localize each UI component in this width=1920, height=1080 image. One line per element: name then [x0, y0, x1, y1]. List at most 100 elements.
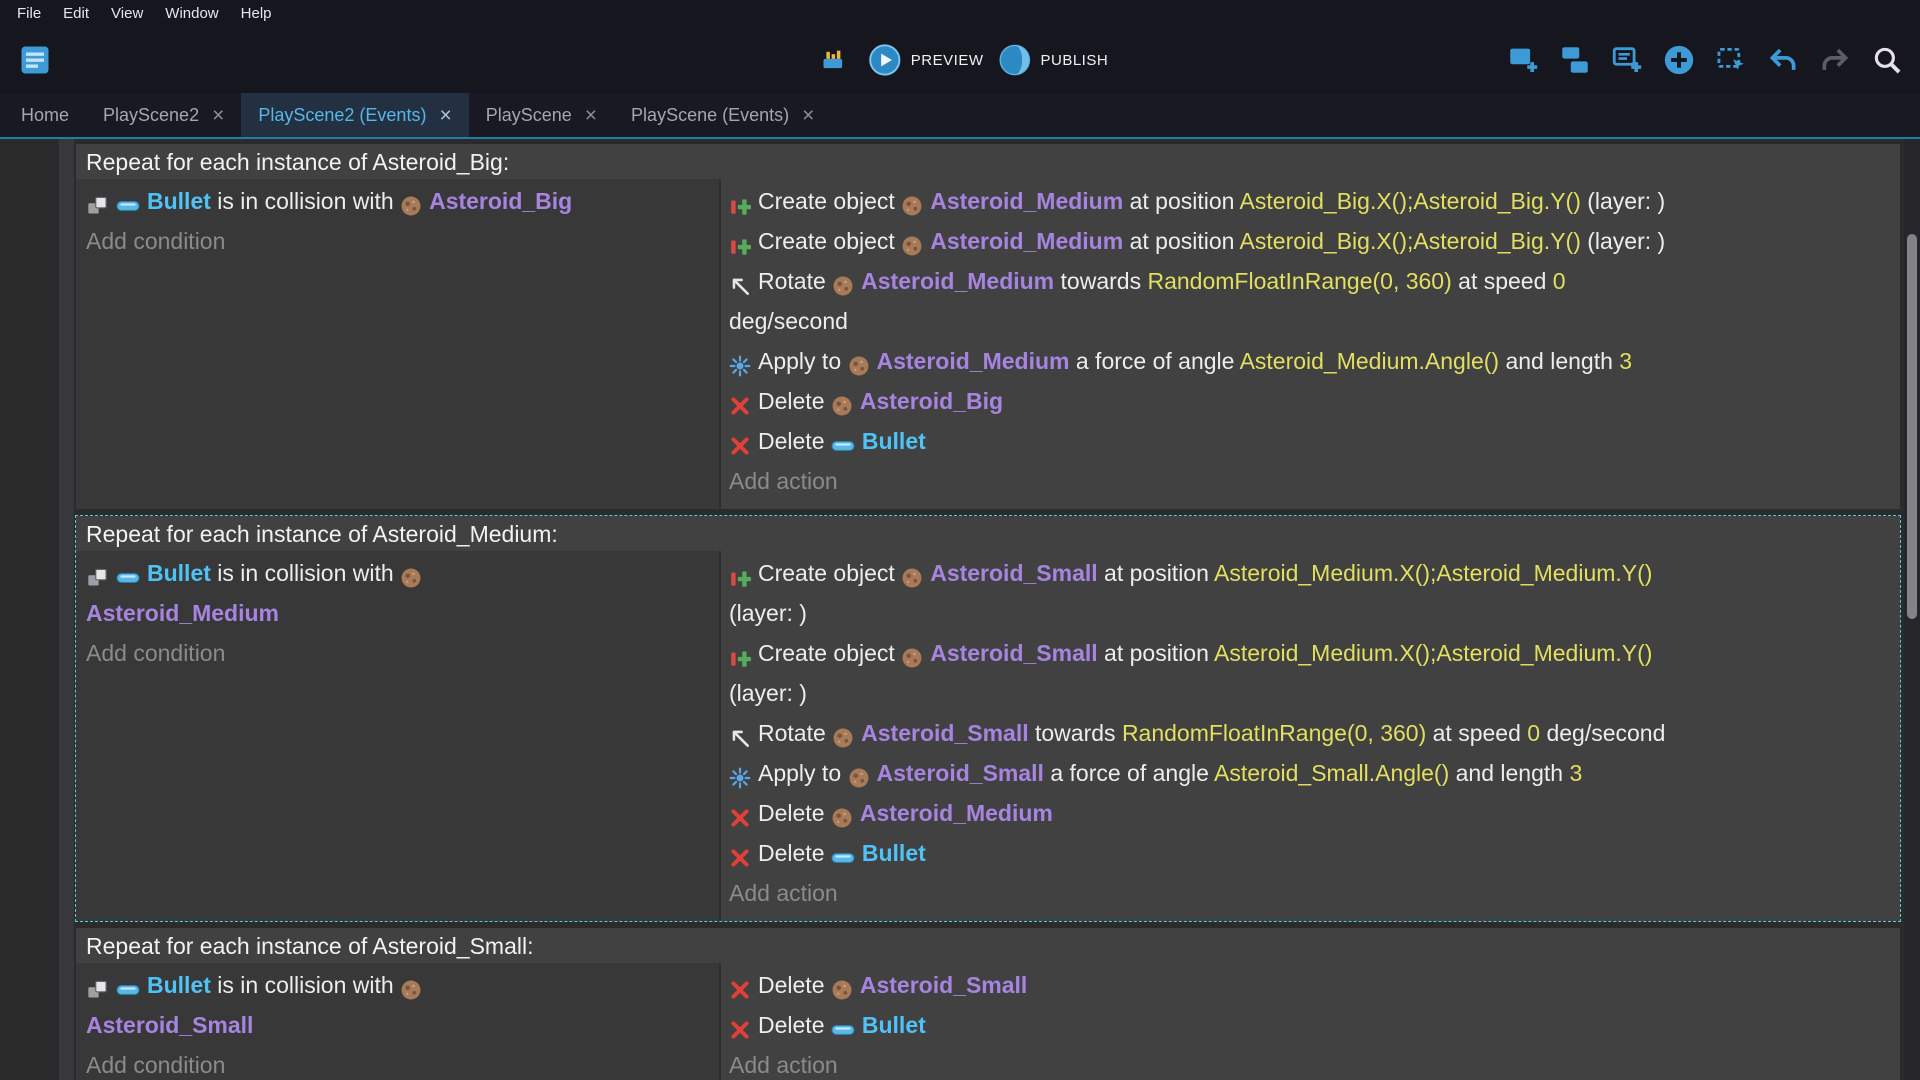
preview-button[interactable]: PREVIEW	[868, 43, 984, 77]
object-name[interactable]: Asteroid_Small	[930, 640, 1097, 666]
action-row[interactable]: Delete Asteroid_Small	[729, 965, 1892, 1005]
action-row[interactable]: Apply to Asteroid_Small a force of angle…	[729, 753, 1892, 793]
publish-button[interactable]: PUBLISH	[997, 43, 1108, 77]
row-text: at position	[1097, 640, 1215, 666]
scrollbar-thumb[interactable]	[1907, 234, 1917, 619]
search-icon[interactable]	[1866, 39, 1908, 81]
add-comment-icon[interactable]	[1606, 39, 1648, 81]
object-name[interactable]: Bullet	[862, 840, 926, 866]
action-row[interactable]: Apply to Asteroid_Medium a force of angl…	[729, 341, 1892, 381]
row-text: at speed	[1426, 720, 1528, 746]
object-name[interactable]: Bullet	[862, 1012, 926, 1038]
tab-playscene2[interactable]: PlayScene2 ×	[86, 93, 241, 137]
action-row[interactable]: Delete Bullet	[729, 1005, 1892, 1045]
asteroid-icon	[832, 273, 854, 297]
action-row[interactable]: Delete Bullet	[729, 421, 1892, 461]
object-name[interactable]: Asteroid_Small	[861, 720, 1028, 746]
project-manager-icon[interactable]	[14, 39, 56, 81]
object-name[interactable]: Bullet	[147, 560, 211, 586]
menu-edit[interactable]: Edit	[52, 1, 100, 26]
bullet-icon	[831, 1017, 855, 1040]
debugger-icon[interactable]	[812, 39, 854, 81]
close-tab-icon[interactable]: ×	[439, 105, 451, 126]
action-row[interactable]: Rotate Asteroid_Small towards RandomFloa…	[729, 713, 1892, 753]
action-row[interactable]: Delete Asteroid_Big	[729, 381, 1892, 421]
event-block[interactable]: Repeat for each instance of Asteroid_Big…	[76, 144, 1900, 509]
object-name[interactable]: Asteroid_Medium	[860, 800, 1053, 826]
row-text: Delete	[758, 388, 831, 414]
add-condition-button[interactable]: Add condition	[86, 633, 709, 673]
menu-window[interactable]: Window	[154, 1, 229, 26]
tab-playscene-events[interactable]: PlayScene (Events) ×	[614, 93, 831, 137]
row-line: Delete Asteroid_Big	[729, 381, 1892, 421]
menu-view[interactable]: View	[100, 1, 154, 26]
tab-playscene2-events[interactable]: PlayScene2 (Events) ×	[241, 93, 469, 137]
scrollbar[interactable]	[1904, 139, 1920, 1080]
add-event-circle-icon[interactable]	[1658, 39, 1700, 81]
tab-home[interactable]: Home	[4, 93, 86, 137]
add-action-button[interactable]: Add action	[729, 1045, 1892, 1080]
select-events-icon[interactable]	[1710, 39, 1752, 81]
object-name[interactable]: Bullet	[862, 428, 926, 454]
redo-icon[interactable]	[1814, 39, 1856, 81]
row-text: Create object	[758, 228, 902, 254]
action-row[interactable]: Rotate Asteroid_Medium towards RandomFlo…	[729, 261, 1892, 341]
add-action-button[interactable]: Add action	[729, 873, 1892, 913]
event-body: Bullet is in collision with Asteroid_Sma…	[76, 963, 1900, 1080]
tab-playscene[interactable]: PlayScene ×	[469, 93, 614, 137]
menu-help[interactable]: Help	[230, 1, 283, 26]
object-name[interactable]: Asteroid_Medium	[877, 348, 1070, 374]
expression-parameter: Asteroid_Medium.X();Asteroid_Medium.Y()	[1214, 560, 1653, 586]
add-condition-button[interactable]: Add condition	[86, 1045, 709, 1080]
row-text: a force of angle	[1043, 760, 1215, 786]
close-tab-icon[interactable]: ×	[802, 105, 814, 126]
expression-parameter: 3	[1619, 348, 1633, 374]
row-line: Rotate Asteroid_Small towards RandomFloa…	[729, 713, 1892, 753]
actions-column: Create object Asteroid_Small at position…	[721, 551, 1900, 921]
condition-row[interactable]: Bullet is in collision with Asteroid_Med…	[86, 553, 709, 633]
undo-icon[interactable]	[1762, 39, 1804, 81]
add-action-button[interactable]: Add action	[729, 461, 1892, 501]
event-header[interactable]: Repeat for each instance of Asteroid_Big…	[76, 144, 1900, 179]
object-name[interactable]: Asteroid_Big	[860, 388, 1003, 414]
row-text: (layer: )	[729, 600, 807, 626]
object-name[interactable]: Asteroid_Medium	[930, 228, 1123, 254]
close-tab-icon[interactable]: ×	[585, 105, 597, 126]
object-name[interactable]: Asteroid_Medium	[930, 188, 1123, 214]
row-text: Delete	[758, 840, 831, 866]
action-row[interactable]: Create object Asteroid_Medium at positio…	[729, 181, 1892, 221]
object-name[interactable]: Asteroid_Medium	[861, 268, 1054, 294]
asteroid-icon	[901, 193, 923, 217]
conditions-column: Bullet is in collision with Asteroid_Big…	[76, 179, 721, 509]
row-text: deg/second	[729, 308, 848, 334]
object-name[interactable]: Bullet	[147, 188, 211, 214]
event-block[interactable]: Repeat for each instance of Asteroid_Sma…	[76, 928, 1900, 1080]
close-tab-icon[interactable]: ×	[212, 105, 224, 126]
event-header[interactable]: Repeat for each instance of Asteroid_Med…	[76, 516, 1900, 551]
object-name[interactable]: Bullet	[147, 972, 211, 998]
event-header[interactable]: Repeat for each instance of Asteroid_Sma…	[76, 928, 1900, 963]
action-row[interactable]: Create object Asteroid_Medium at positio…	[729, 221, 1892, 261]
row-line: Delete Bullet	[729, 833, 1892, 873]
add-event-icon[interactable]	[1502, 39, 1544, 81]
add-condition-button[interactable]: Add condition	[86, 221, 709, 261]
object-name[interactable]: Asteroid_Medium	[86, 600, 279, 626]
row-line: Bullet is in collision with Asteroid_Big	[86, 181, 709, 221]
row-text: at speed	[1451, 268, 1553, 294]
object-name[interactable]: Asteroid_Small	[930, 560, 1097, 586]
row-text: Create object	[758, 560, 902, 586]
object-name[interactable]: Asteroid_Small	[877, 760, 1044, 786]
preview-play-icon	[868, 43, 902, 77]
condition-row[interactable]: Bullet is in collision with Asteroid_Sma…	[86, 965, 709, 1045]
action-row[interactable]: Create object Asteroid_Small at position…	[729, 633, 1892, 713]
menu-file[interactable]: File	[6, 1, 52, 26]
object-name[interactable]: Asteroid_Big	[429, 188, 572, 214]
condition-row[interactable]: Bullet is in collision with Asteroid_Big	[86, 181, 709, 221]
add-subevent-icon[interactable]	[1554, 39, 1596, 81]
object-name[interactable]: Asteroid_Small	[860, 972, 1027, 998]
event-block[interactable]: Repeat for each instance of Asteroid_Med…	[75, 515, 1901, 922]
action-row[interactable]: Delete Bullet	[729, 833, 1892, 873]
action-row[interactable]: Delete Asteroid_Medium	[729, 793, 1892, 833]
object-name[interactable]: Asteroid_Small	[86, 1012, 253, 1038]
action-row[interactable]: Create object Asteroid_Small at position…	[729, 553, 1892, 633]
